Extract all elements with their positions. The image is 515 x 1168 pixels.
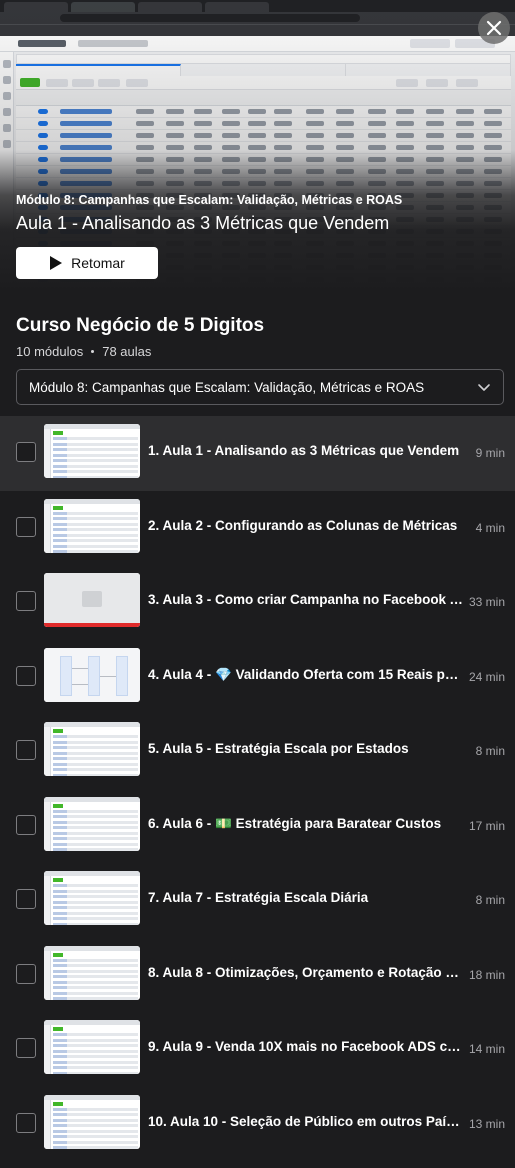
lesson-complete-checkbox[interactable] xyxy=(16,665,36,686)
close-button[interactable] xyxy=(478,12,510,44)
course-meta: 10 módulos 78 aulas xyxy=(16,344,151,359)
resume-button[interactable]: Retomar xyxy=(16,247,158,279)
lesson-complete-checkbox[interactable] xyxy=(16,814,36,835)
lesson-complete-checkbox[interactable] xyxy=(16,740,36,760)
lesson-duration: 13 min xyxy=(468,1116,505,1131)
lesson-duration: 33 min xyxy=(468,595,505,609)
lesson-player-page: Módulo 8: Campanhas que Escalam: Validaç… xyxy=(0,0,515,1168)
lesson-item[interactable]: 3. Aula 3 - Como criar Campanha no Faceb… xyxy=(0,565,515,640)
lesson-duration: 9 min xyxy=(475,446,505,460)
lesson-thumbnail xyxy=(44,573,140,627)
lesson-item[interactable]: 6. Aula 6 - 💵 Estratégia para Baratear C… xyxy=(0,789,515,864)
lesson-title: 2. Aula 2 - Configurando as Colunas de M… xyxy=(148,517,458,533)
lesson-complete-checkbox[interactable] xyxy=(16,442,36,462)
course-title: Curso Negócio de 5 Digitos xyxy=(16,315,265,336)
lesson-duration: 14 min xyxy=(468,1042,505,1056)
module-select[interactable]: Módulo 8: Campanhas que Escalam: Validaç… xyxy=(16,369,504,405)
lesson-thumbnail xyxy=(44,871,140,925)
hero-lesson-title: Aula 1 - Analisando as 3 Métricas que Ve… xyxy=(16,213,390,233)
lesson-title: 4. Aula 4 - 💎 Validando Oferta com 15 Re… xyxy=(148,666,464,682)
lesson-duration: 8 min xyxy=(475,893,505,907)
close-icon xyxy=(486,20,502,36)
lesson-thumbnail xyxy=(44,796,140,851)
lesson-list: 1. Aula 1 - Analisando as 3 Métricas que… xyxy=(0,416,515,1161)
separator-dot xyxy=(91,350,95,353)
lesson-thumbnail xyxy=(44,1094,140,1149)
lessons-count: 78 aulas xyxy=(102,344,152,359)
lesson-duration: 17 min xyxy=(468,818,505,833)
lesson-item[interactable]: 4. Aula 4 - 💎 Validando Oferta com 15 Re… xyxy=(0,640,515,715)
lesson-title: 9. Aula 9 - Venda 10X mais no Facebook A… xyxy=(148,1039,464,1054)
lesson-title: 8. Aula 8 - Otimizações, Orçamento e Rot… xyxy=(148,964,464,980)
lesson-complete-checkbox[interactable] xyxy=(16,1038,36,1058)
lesson-complete-checkbox[interactable] xyxy=(16,1112,36,1133)
lesson-item[interactable]: 1. Aula 1 - Analisando as 3 Métricas que… xyxy=(0,416,515,491)
resume-button-label: Retomar xyxy=(71,255,125,271)
lesson-title: 10. Aula 10 - Seleção de Público em outr… xyxy=(148,1113,464,1129)
lesson-item[interactable]: 5. Aula 5 - Estratégia Escala por Estado… xyxy=(0,714,515,789)
lesson-item[interactable]: 8. Aula 8 - Otimizações, Orçamento e Rot… xyxy=(0,938,515,1013)
lesson-thumbnail xyxy=(44,424,140,478)
lesson-thumbnail xyxy=(44,1020,140,1074)
lesson-complete-checkbox[interactable] xyxy=(16,889,36,909)
lesson-duration: 18 min xyxy=(468,967,505,982)
lesson-complete-checkbox[interactable] xyxy=(16,591,36,611)
lesson-duration: 4 min xyxy=(475,520,505,535)
lesson-thumbnail xyxy=(44,647,140,702)
play-icon xyxy=(50,256,63,270)
lesson-thumbnail xyxy=(44,945,140,1000)
lesson-thumbnail xyxy=(44,722,140,776)
lesson-duration: 24 min xyxy=(468,669,505,684)
lesson-item[interactable]: 10. Aula 10 - Seleção de Público em outr… xyxy=(0,1087,515,1162)
lesson-title: 1. Aula 1 - Analisando as 3 Métricas que… xyxy=(148,443,460,458)
modules-count: 10 módulos xyxy=(16,344,84,359)
lesson-item[interactable]: 7. Aula 7 - Estratégia Escala Diária 8 mi… xyxy=(0,863,515,938)
lesson-thumbnail xyxy=(44,498,140,553)
lesson-title: 3. Aula 3 - Como criar Campanha no Faceb… xyxy=(148,592,464,607)
lesson-item[interactable]: 2. Aula 2 - Configurando as Colunas de M… xyxy=(0,491,515,566)
hero-video-preview[interactable]: Módulo 8: Campanhas que Escalam: Validaç… xyxy=(0,0,515,296)
lesson-duration: 8 min xyxy=(475,744,505,758)
lesson-title: 6. Aula 6 - 💵 Estratégia para Baratear C… xyxy=(148,815,442,831)
lesson-title: 7. Aula 7 - Estratégia Escala Diária xyxy=(148,890,369,905)
hero-module-label: Módulo 8: Campanhas que Escalam: Validaç… xyxy=(16,193,403,207)
lesson-item[interactable]: 9. Aula 9 - Venda 10X mais no Facebook A… xyxy=(0,1012,515,1087)
chevron-down-icon xyxy=(478,384,490,391)
lesson-complete-checkbox[interactable] xyxy=(16,516,36,537)
lesson-title: 5. Aula 5 - Estratégia Escala por Estado… xyxy=(148,741,409,756)
lesson-complete-checkbox[interactable] xyxy=(16,963,36,984)
module-select-value: Módulo 8: Campanhas que Escalam: Validaç… xyxy=(29,379,425,395)
